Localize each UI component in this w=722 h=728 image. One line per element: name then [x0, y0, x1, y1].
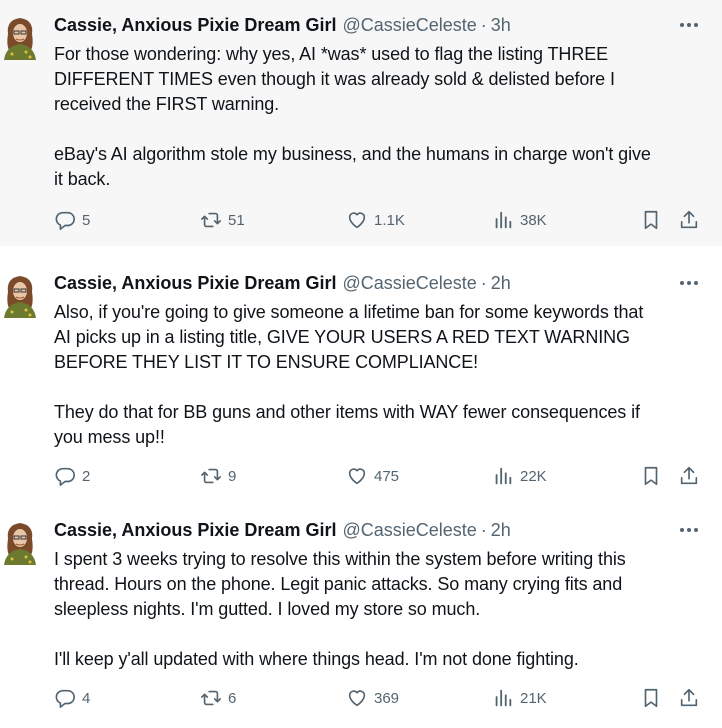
like-button[interactable]: 475: [346, 462, 399, 490]
avatar[interactable]: [0, 519, 40, 565]
tweet-header: Cassie, Anxious Pixie Dream Girl @Cassie…: [54, 270, 706, 296]
tweet-header: Cassie, Anxious Pixie Dream Girl @Cassie…: [54, 12, 706, 38]
repost-button[interactable]: 9: [200, 462, 236, 490]
views-count: 21K: [520, 689, 547, 707]
separator-dot: ·: [480, 520, 487, 540]
tweet[interactable]: Cassie, Anxious Pixie Dream Girl @Cassie…: [0, 505, 722, 728]
avatar[interactable]: [0, 272, 40, 318]
action-bar: 5 51 1.1K 38K: [0, 206, 722, 234]
reply-count: 2: [82, 467, 91, 485]
views-count: 22K: [520, 467, 547, 485]
views-button[interactable]: 38K: [492, 206, 547, 234]
reply-button[interactable]: 4: [54, 684, 90, 712]
share-button[interactable]: [678, 462, 700, 490]
reply-count: 5: [82, 211, 91, 229]
author-name[interactable]: Cassie, Anxious Pixie Dream Girl: [54, 270, 336, 296]
author-name[interactable]: Cassie, Anxious Pixie Dream Girl: [54, 12, 336, 38]
tweet-content: Cassie, Anxious Pixie Dream Girl @Cassie…: [54, 517, 706, 672]
action-bar: 4 6 369 21K: [0, 684, 722, 712]
repost-button[interactable]: 51: [200, 206, 245, 234]
heart-icon: [346, 209, 368, 231]
reply-icon: [54, 465, 76, 487]
author-handle[interactable]: @CassieCeleste: [342, 12, 476, 38]
tweet-content: Cassie, Anxious Pixie Dream Girl @Cassie…: [54, 12, 706, 192]
more-icon[interactable]: [678, 272, 700, 294]
avatar[interactable]: [0, 14, 40, 60]
separator-dot: ·: [480, 15, 487, 35]
tweet-text: Also, if you're going to give someone a …: [54, 302, 644, 447]
heart-icon: [346, 465, 368, 487]
repost-icon: [200, 465, 222, 487]
views-icon: [492, 209, 514, 231]
author-handle[interactable]: @CassieCeleste: [342, 517, 476, 543]
share-button[interactable]: [678, 684, 700, 712]
like-count: 475: [374, 467, 400, 485]
bookmark-button[interactable]: [640, 684, 662, 712]
author-handle[interactable]: @CassieCeleste: [342, 270, 476, 296]
like-button[interactable]: 1.1K: [346, 206, 405, 234]
repost-button[interactable]: 6: [200, 684, 236, 712]
views-count: 38K: [520, 211, 547, 229]
tweet[interactable]: Cassie, Anxious Pixie Dream Girl @Cassie…: [0, 258, 722, 502]
share-icon: [678, 465, 700, 487]
timestamp[interactable]: 2h: [491, 270, 511, 296]
repost-count: 6: [228, 689, 237, 707]
repost-count: 51: [228, 211, 245, 229]
repost-icon: [200, 209, 222, 231]
heart-icon: [346, 687, 368, 709]
author-name[interactable]: Cassie, Anxious Pixie Dream Girl: [54, 517, 336, 543]
share-icon: [678, 687, 700, 709]
bookmark-button[interactable]: [640, 462, 662, 490]
tweet-header: Cassie, Anxious Pixie Dream Girl @Cassie…: [54, 517, 706, 543]
tweet-text: I spent 3 weeks trying to resolve this w…: [54, 549, 626, 669]
tweet-content: Cassie, Anxious Pixie Dream Girl @Cassie…: [54, 270, 706, 450]
views-icon: [492, 687, 514, 709]
timestamp[interactable]: 2h: [491, 517, 511, 543]
more-icon[interactable]: [678, 14, 700, 36]
bookmark-icon: [640, 687, 662, 709]
like-button[interactable]: 369: [346, 684, 399, 712]
views-icon: [492, 465, 514, 487]
views-button[interactable]: 21K: [492, 684, 547, 712]
repost-count: 9: [228, 467, 237, 485]
share-button[interactable]: [678, 206, 700, 234]
more-icon[interactable]: [678, 519, 700, 541]
views-button[interactable]: 22K: [492, 462, 547, 490]
bookmark-icon: [640, 209, 662, 231]
reply-count: 4: [82, 689, 91, 707]
thread: Cassie, Anxious Pixie Dream Girl @Cassie…: [0, 0, 722, 728]
reply-icon: [54, 687, 76, 709]
like-count: 1.1K: [374, 211, 405, 229]
timestamp[interactable]: 3h: [491, 12, 511, 38]
tweet-text: For those wondering: why yes, AI *was* u…: [54, 44, 651, 189]
reply-button[interactable]: 5: [54, 206, 90, 234]
reply-icon: [54, 209, 76, 231]
share-icon: [678, 209, 700, 231]
bookmark-icon: [640, 465, 662, 487]
tweet[interactable]: Cassie, Anxious Pixie Dream Girl @Cassie…: [0, 0, 722, 246]
bookmark-button[interactable]: [640, 206, 662, 234]
action-bar: 2 9 475 22K: [0, 462, 722, 490]
reply-button[interactable]: 2: [54, 462, 90, 490]
like-count: 369: [374, 689, 400, 707]
repost-icon: [200, 687, 222, 709]
separator-dot: ·: [480, 273, 487, 293]
